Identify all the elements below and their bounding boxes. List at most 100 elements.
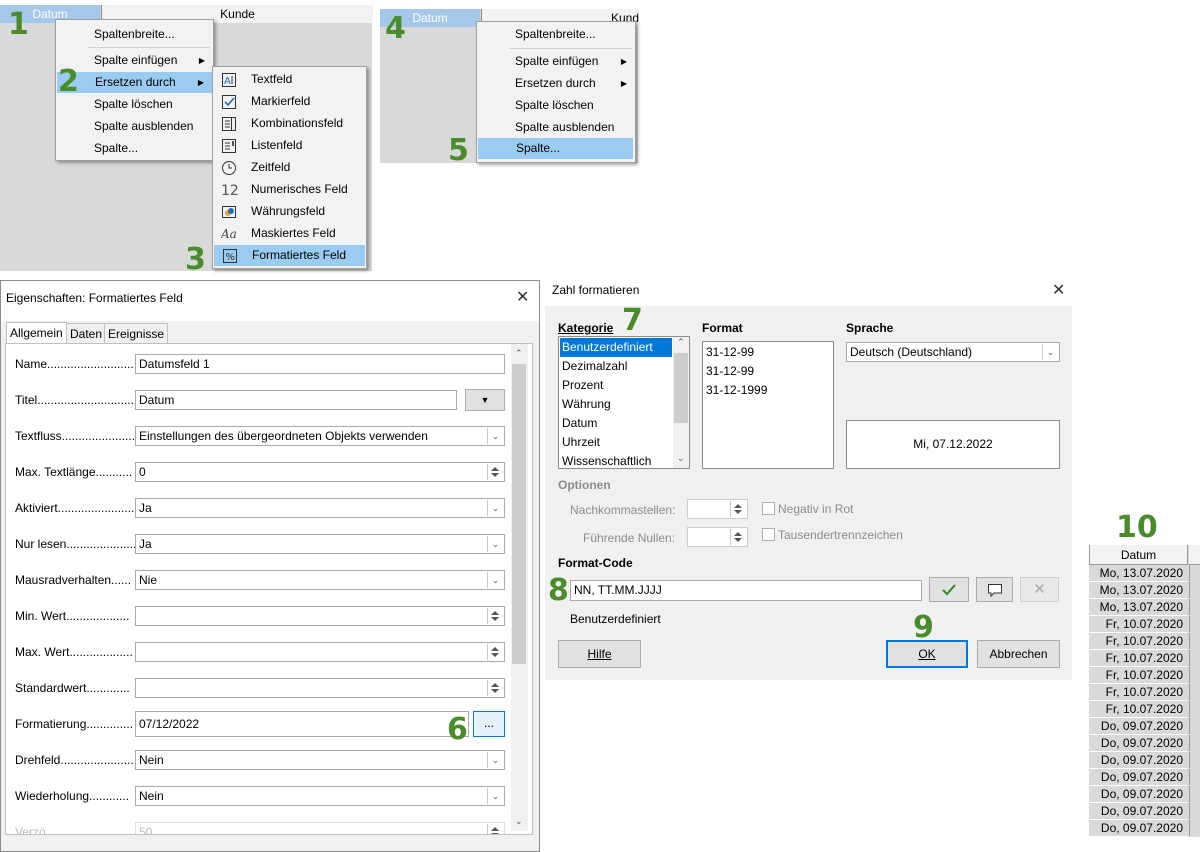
scroll-down-icon[interactable]: ⌄ bbox=[677, 453, 685, 464]
submenu-item-zeitfeld[interactable]: Zeitfeld bbox=[213, 157, 366, 178]
kategorie-item[interactable]: Prozent bbox=[560, 376, 672, 395]
tab-allgemein[interactable]: Allgemein bbox=[6, 322, 67, 344]
table-row[interactable]: Do, 09.07.2020 bbox=[1089, 752, 1187, 769]
chevron-down-icon[interactable]: ⌄ bbox=[487, 428, 503, 444]
kategorie-list[interactable]: Benutzerdefiniert Dezimalzahl Prozent Währu… bbox=[558, 336, 690, 469]
negativ-checkbox[interactable] bbox=[762, 502, 775, 515]
scroll-up-icon[interactable]: ⌃ bbox=[677, 337, 685, 348]
nachkomma-input[interactable] bbox=[687, 499, 748, 519]
format-item[interactable]: 31-12-99 bbox=[704, 343, 832, 362]
property-field[interactable]: Datumsfeld 1 bbox=[135, 354, 505, 374]
property-field[interactable] bbox=[135, 642, 505, 662]
result-header[interactable]: Datum bbox=[1089, 545, 1188, 565]
property-field[interactable]: Datum bbox=[135, 390, 457, 410]
menu-item-spalte-loeschen[interactable]: Spalte löschen bbox=[56, 94, 213, 115]
format-item[interactable]: 31-12-99 bbox=[704, 362, 832, 381]
table-row[interactable]: Mo, 13.07.2020 bbox=[1089, 582, 1187, 599]
stepper-icon[interactable] bbox=[487, 608, 503, 624]
menu-item-spalte[interactable]: Spalte... bbox=[478, 138, 633, 159]
property-field[interactable] bbox=[135, 678, 505, 698]
submenu-item-listenfeld[interactable]: Listenfeld bbox=[213, 135, 366, 156]
chevron-down-icon[interactable]: ⌄ bbox=[487, 572, 503, 588]
hilfe-button[interactable]: Hilfe bbox=[558, 640, 641, 668]
kategorie-item[interactable]: Dezimalzahl bbox=[560, 357, 672, 376]
table-row[interactable]: Do, 09.07.2020 bbox=[1089, 718, 1187, 735]
menu-item-spalte-einfuegen[interactable]: Spalte einfügen ▶ bbox=[56, 50, 213, 71]
accept-button[interactable] bbox=[929, 577, 969, 602]
nullen-input[interactable] bbox=[687, 527, 748, 547]
menu-item-spalte-ausblenden[interactable]: Spalte ausblenden bbox=[477, 117, 635, 138]
kategorie-item[interactable]: Wissenschaftlich bbox=[560, 452, 672, 471]
menu-item-spalte[interactable]: Spalte... bbox=[56, 138, 213, 159]
property-field[interactable]: 07/12/2022 bbox=[135, 711, 469, 737]
menu-item-spalte-einfuegen[interactable]: Spalte einfügen ▶ bbox=[477, 51, 635, 72]
property-field[interactable]: Nie ⌄ bbox=[135, 570, 505, 590]
table-row[interactable]: Fr, 10.07.2020 bbox=[1089, 701, 1187, 718]
menu-item-spalte-ausblenden[interactable]: Spalte ausblenden bbox=[56, 116, 213, 137]
stepper-icon[interactable] bbox=[487, 680, 503, 696]
table-row[interactable]: Fr, 10.07.2020 bbox=[1089, 616, 1187, 633]
property-field[interactable]: Ja ⌄ bbox=[135, 534, 505, 554]
submenu-item-markierfeld[interactable]: Markierfeld bbox=[213, 91, 366, 112]
table-row[interactable]: Fr, 10.07.2020 bbox=[1089, 667, 1187, 684]
table-row[interactable]: Do, 09.07.2020 bbox=[1089, 820, 1187, 837]
formatcode-input[interactable]: NN, TT.MM.JJJJ bbox=[570, 580, 922, 601]
table-row[interactable]: Mo, 13.07.2020 bbox=[1089, 599, 1187, 616]
tab-ereignisse[interactable]: Ereignisse bbox=[104, 323, 169, 345]
tab-daten[interactable]: Daten bbox=[66, 323, 107, 345]
menu-item-ersetzen-durch[interactable]: Ersetzen durch ▶ bbox=[57, 72, 212, 93]
tausender-checkbox[interactable] bbox=[762, 528, 775, 541]
table-row[interactable]: Do, 09.07.2020 bbox=[1089, 769, 1187, 786]
scroll-down-icon[interactable]: ⌄ bbox=[515, 816, 523, 827]
chevron-down-icon[interactable]: ⌄ bbox=[487, 500, 503, 516]
delete-button[interactable]: ✕ bbox=[1020, 577, 1059, 602]
chevron-down-icon[interactable]: ⌄ bbox=[487, 788, 503, 804]
menu-item-spaltenbreite[interactable]: Spaltenbreite... bbox=[477, 24, 635, 45]
stepper-icon[interactable] bbox=[487, 644, 503, 660]
kategorie-item[interactable]: Währung bbox=[560, 395, 672, 414]
kategorie-item[interactable]: Uhrzeit bbox=[560, 433, 672, 452]
table-row[interactable]: Mo, 13.07.2020 bbox=[1089, 565, 1187, 582]
property-field[interactable] bbox=[135, 606, 505, 626]
scroll-thumb[interactable] bbox=[512, 364, 526, 664]
kategorie-scrollbar[interactable]: ⌃ ⌄ bbox=[673, 337, 689, 468]
property-field[interactable]: 50 bbox=[135, 822, 505, 834]
scroll-thumb[interactable] bbox=[674, 353, 688, 423]
submenu-item-währungsfeld[interactable]: Währungsfeld bbox=[213, 201, 366, 222]
title-dropdown-button[interactable]: ▼ bbox=[465, 389, 505, 411]
submenu-item-maskiertes-feld[interactable]: Aa Maskiertes Feld bbox=[213, 223, 366, 244]
property-field[interactable]: 0 bbox=[135, 462, 505, 482]
chevron-down-icon[interactable]: ⌄ bbox=[487, 536, 503, 552]
properties-scrollbar[interactable]: ⌃ ⌄ bbox=[511, 344, 528, 831]
scroll-up-icon[interactable]: ⌃ bbox=[515, 348, 523, 359]
close-icon[interactable]: ✕ bbox=[1052, 280, 1065, 300]
format-item[interactable]: 31-12-1999 bbox=[704, 381, 832, 400]
abbrechen-button[interactable]: Abbrechen bbox=[977, 640, 1060, 668]
property-field[interactable]: Nein ⌄ bbox=[135, 786, 505, 806]
table-row[interactable]: Do, 09.07.2020 bbox=[1089, 786, 1187, 803]
menu-item-ersetzen-durch[interactable]: Ersetzen durch ▶ bbox=[477, 73, 635, 94]
stepper-icon[interactable] bbox=[730, 501, 746, 517]
format-list[interactable]: 31-12-99 31-12-99 31-12-1999 bbox=[702, 341, 834, 469]
menu-item-spaltenbreite[interactable]: Spaltenbreite... bbox=[56, 24, 213, 45]
kategorie-item[interactable]: Benutzerdefiniert bbox=[560, 338, 672, 357]
table-row[interactable]: Fr, 10.07.2020 bbox=[1089, 650, 1187, 667]
submenu-item-formatiertes-feld[interactable]: % Formatiertes Feld bbox=[214, 245, 365, 266]
comment-button[interactable] bbox=[976, 577, 1013, 602]
result-header-next[interactable] bbox=[1189, 545, 1200, 565]
stepper-icon[interactable] bbox=[730, 529, 746, 545]
kategorie-item[interactable]: Datum bbox=[560, 414, 672, 433]
table-row[interactable]: Fr, 10.07.2020 bbox=[1089, 633, 1187, 650]
chevron-down-icon[interactable]: ⌄ bbox=[1042, 344, 1058, 360]
submenu-item-numerisches-feld[interactable]: 12 Numerisches Feld bbox=[213, 179, 366, 200]
submenu-item-textfeld[interactable]: A Textfeld bbox=[213, 69, 366, 90]
menu-item-spalte-loeschen[interactable]: Spalte löschen bbox=[477, 95, 635, 116]
property-field[interactable]: Ja ⌄ bbox=[135, 498, 505, 518]
property-field[interactable]: Nein ⌄ bbox=[135, 750, 505, 770]
close-icon[interactable]: ✕ bbox=[516, 287, 529, 307]
submenu-item-kombinationsfeld[interactable]: Kombinationsfeld bbox=[213, 113, 366, 134]
stepper-icon[interactable] bbox=[487, 824, 503, 834]
stepper-icon[interactable] bbox=[487, 464, 503, 480]
table-row[interactable]: Fr, 10.07.2020 bbox=[1089, 684, 1187, 701]
chevron-down-icon[interactable]: ⌄ bbox=[487, 752, 503, 768]
